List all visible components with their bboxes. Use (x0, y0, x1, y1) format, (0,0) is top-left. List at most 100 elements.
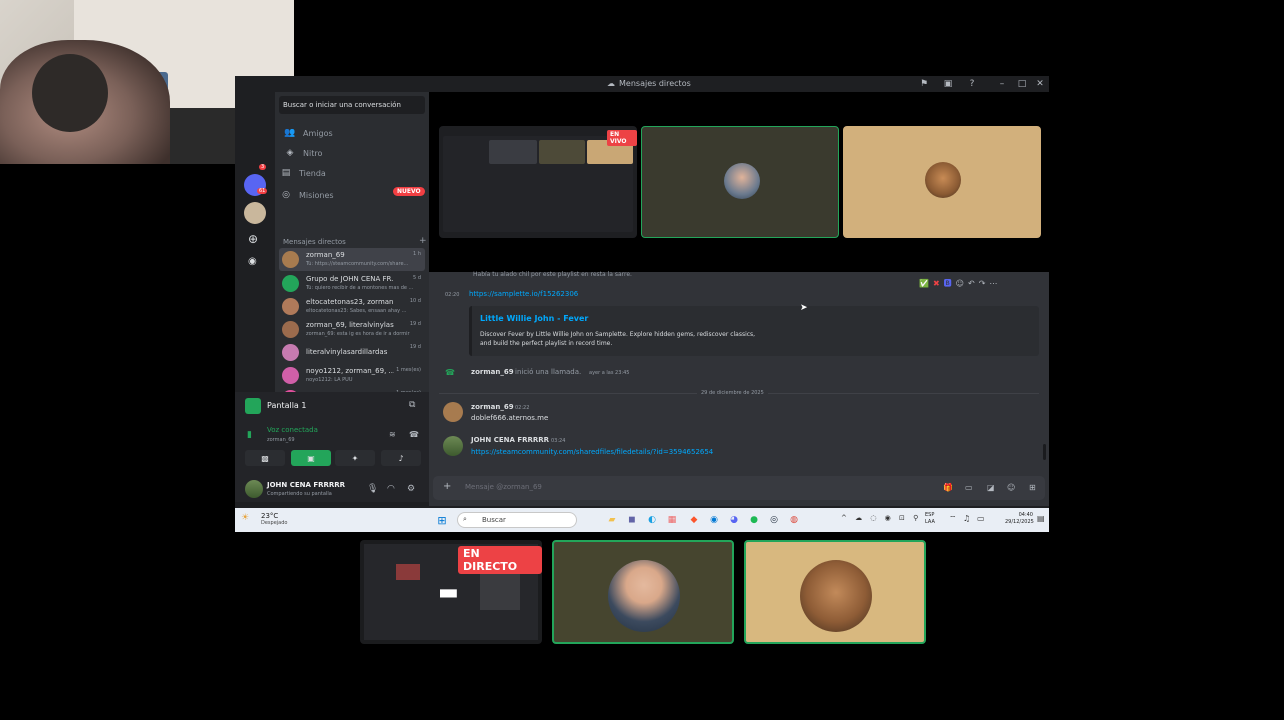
nav-label: Nitro (303, 148, 323, 158)
message-input[interactable]: Mensaje @zorman_69 (465, 483, 542, 491)
dm-item[interactable]: literalvinylasardillardas 19 d (279, 341, 425, 364)
phone-icon: ☎ (445, 368, 455, 377)
gear-icon[interactable]: ⚙ (407, 484, 415, 494)
dm-time: 19 d (409, 344, 421, 350)
brave-icon[interactable]: ◆ (687, 513, 701, 527)
close-icon[interactable]: ✕ (1035, 79, 1045, 89)
dm-time: 10 d (409, 298, 421, 304)
dm-item[interactable]: Grupo de JOHN CENA FR... Tú: quiero reci… (279, 272, 425, 295)
embed-title[interactable]: Little Willie John - Fever (480, 314, 588, 323)
windows-start-icon[interactable]: ⊞ (435, 513, 449, 527)
message-author[interactable]: JOHN CENA FRRRRR (471, 436, 549, 444)
dm-item[interactable]: zorman_69, literalvinylasa... zorman_69:… (279, 318, 425, 341)
teams-icon[interactable]: ◼ (625, 513, 639, 527)
activities-button[interactable]: ✦ (335, 450, 375, 466)
embed-description: Discover Fever by Little Willie John on … (480, 331, 756, 347)
screen-share-icon (245, 398, 261, 414)
notification-icon[interactable]: ▤ (1037, 514, 1045, 523)
message-link[interactable]: https://samplette.io/f15262306 (469, 290, 578, 298)
video-tile-screen[interactable]: EN VIVO (439, 126, 637, 238)
emoji-icon[interactable]: ☺ (956, 278, 964, 289)
call-text: inició una llamada. (515, 368, 582, 376)
message-time: 02:22 (515, 405, 530, 411)
camera-button[interactable]: ▩ (245, 450, 285, 466)
cross-icon[interactable]: ✖ (933, 278, 940, 289)
gift-icon[interactable]: 🎁 (943, 483, 953, 492)
live-badge: EN DIRECTO (458, 546, 542, 574)
video-tile-user[interactable] (641, 126, 839, 238)
message-time: 03:24 (551, 438, 566, 444)
attach-icon[interactable]: + (443, 481, 451, 492)
minimize-icon[interactable]: – (997, 79, 1007, 89)
nav-item-tienda[interactable]: ▤ Tienda (275, 164, 421, 182)
nav-item-amigos[interactable]: 👥 Amigos (279, 124, 425, 142)
mouse-cursor-icon: ➤ (800, 303, 808, 313)
battery-icon[interactable]: ▭ (977, 514, 985, 523)
store-icon[interactable]: ▦ (665, 513, 679, 527)
sticker-icon[interactable]: ◪ (987, 483, 995, 492)
maximize-icon[interactable]: □ (1017, 79, 1027, 89)
discover-icon[interactable]: ◉ (248, 256, 257, 267)
dm-item[interactable]: zorman_69 Tú: https://steamcommunity.com… (279, 248, 425, 271)
headphones-icon[interactable]: ◠ (387, 484, 395, 494)
edge-icon[interactable]: ◐ (645, 513, 659, 527)
scrollbar[interactable] (1043, 444, 1046, 460)
spotify-icon[interactable]: ● (747, 513, 761, 527)
discord-icon[interactable]: ◕ (727, 513, 741, 527)
chrome-icon[interactable]: ◍ (787, 513, 801, 527)
add-server-icon[interactable]: ⊕ (248, 232, 258, 246)
system-clock[interactable]: 04:40 29/12/2025 (1005, 512, 1034, 526)
voice-status[interactable]: Voz conectada (267, 426, 318, 434)
language-indicator[interactable]: ESP LAA (925, 512, 935, 526)
stream-tile-user[interactable] (744, 540, 926, 644)
new-dm-icon[interactable]: + (419, 236, 427, 246)
dm-name: noyo1212, zorman_69, ... (306, 367, 394, 375)
search-input[interactable]: Buscar o iniciar una conversación (279, 96, 425, 114)
microphone-icon[interactable]: 🎙 (367, 484, 378, 494)
reply-icon[interactable]: ↶ (968, 278, 975, 289)
apps-icon[interactable]: ⊞ (1029, 483, 1036, 492)
avatar (608, 560, 680, 632)
avatar (282, 275, 299, 292)
server-avatar[interactable] (244, 202, 266, 224)
inbox-icon[interactable]: ▣ (943, 79, 953, 89)
bold-icon[interactable]: 🅱 (944, 278, 952, 289)
flag-icon[interactable]: ⚑ (919, 79, 929, 89)
message-link[interactable]: https://steamcommunity.com/sharedfiles/f… (471, 448, 713, 456)
nav-item-misiones[interactable]: ◎ Misiones (275, 186, 421, 204)
dm-item[interactable]: eltocatetonas23, zorman... eltocatetonas… (279, 295, 425, 318)
nav-item-nitro[interactable]: ◈ Nitro (279, 144, 425, 162)
forward-icon[interactable]: ↷ (979, 278, 986, 289)
emoji-icon[interactable]: ☺ (1007, 483, 1015, 492)
quests-icon: ◎ (282, 190, 290, 200)
gif-icon[interactable]: ▭ (965, 483, 973, 492)
dm-item[interactable]: noyo1212, zorman_69, ... noyo1212: LA PU… (279, 364, 425, 387)
more-icon[interactable]: ⋯ (989, 278, 997, 289)
tray-icons[interactable]: ^ ☁ ◌ ◉ ⊡ ⚲ (841, 514, 921, 522)
video-tile-user[interactable] (843, 126, 1041, 238)
avatar[interactable] (245, 480, 263, 498)
popout-icon[interactable]: ⧉ (409, 400, 415, 410)
stream-tile-user[interactable] (552, 540, 734, 644)
volume-icon[interactable]: ♫ (963, 514, 970, 523)
soundboard-button[interactable]: ♪ (381, 450, 421, 466)
server-rail: 3 61 ⊕ ◉ (235, 162, 275, 412)
avatar[interactable] (443, 402, 463, 422)
disconnect-icon[interactable]: ☎ (409, 430, 419, 439)
noise-suppression-icon[interactable]: ≋ (389, 430, 396, 439)
taskbar-search[interactable]: Buscar (457, 512, 577, 528)
share-screen-button[interactable]: ▣ (291, 450, 331, 466)
help-icon[interactable]: ? (967, 79, 977, 89)
stream-strip: ▬ EN DIRECTO (360, 540, 926, 646)
message-author[interactable]: zorman_69 (471, 403, 514, 411)
outlook-icon[interactable]: ◉ (707, 513, 721, 527)
language-code: ESP (925, 512, 935, 518)
dm-time: 1 mes(es) (396, 367, 421, 373)
stream-tile-screen[interactable]: ▬ EN DIRECTO (360, 540, 542, 644)
network-icon[interactable]: ⌔ (949, 514, 957, 524)
file-explorer-icon[interactable]: ▰ (605, 513, 619, 527)
message-input-bar: + Mensaje @zorman_69 🎁 ▭ ◪ ☺ ⊞ (433, 476, 1045, 500)
steam-icon[interactable]: ◎ (767, 513, 781, 527)
avatar[interactable] (443, 436, 463, 456)
checkmark-icon[interactable]: ✅ (919, 278, 929, 289)
